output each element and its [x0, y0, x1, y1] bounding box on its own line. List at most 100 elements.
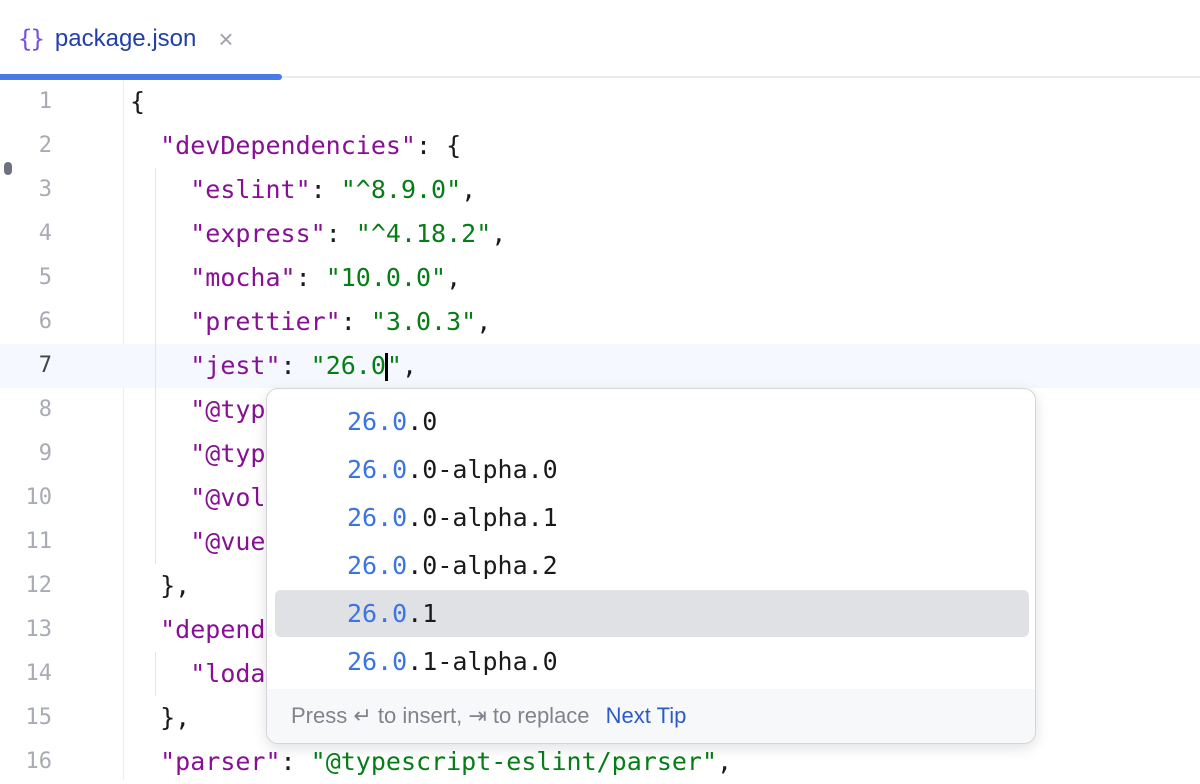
code-text: "eslint": "^8.9.0",	[130, 168, 476, 212]
completion-item[interactable]: 26.0.0-alpha.2	[275, 542, 1029, 589]
completion-item[interactable]: 26.0.0-alpha.1	[275, 494, 1029, 541]
punctuation	[130, 527, 190, 556]
code-text: "@vol	[130, 476, 265, 520]
code-line[interactable]: 3 "eslint": "^8.9.0",	[0, 168, 1200, 212]
line-number: 5	[0, 256, 52, 300]
punctuation: :	[296, 263, 326, 292]
punctuation	[130, 219, 190, 248]
json-key: "loda	[190, 659, 265, 688]
code-text: },	[130, 696, 190, 740]
completion-item[interactable]: 26.0.1	[275, 590, 1029, 637]
punctuation: },	[130, 703, 190, 732]
completion-suffix: .0	[407, 407, 437, 436]
punctuation	[130, 175, 190, 204]
close-tab-icon[interactable]: ×	[218, 24, 233, 55]
code-line[interactable]: 1{	[0, 80, 1200, 124]
punctuation: },	[130, 571, 190, 600]
completion-suffix: .1-alpha.0	[407, 647, 558, 676]
json-key: "@vue	[190, 527, 265, 556]
completion-item[interactable]: 26.0.0-alpha.0	[275, 446, 1029, 493]
json-string: "10.0.0"	[326, 263, 446, 292]
punctuation	[130, 263, 190, 292]
punctuation: :	[281, 747, 311, 776]
next-tip-link[interactable]: Next Tip	[606, 703, 687, 728]
json-key: "prettier"	[190, 307, 341, 336]
code-text: "loda	[130, 652, 265, 696]
json-key: "mocha"	[190, 263, 295, 292]
code-text: "depend	[130, 608, 265, 652]
json-string: "26.0	[311, 351, 386, 380]
line-number: 16	[0, 740, 52, 784]
line-number: 9	[0, 432, 52, 476]
json-key: "jest"	[190, 351, 280, 380]
punctuation: : {	[416, 131, 461, 160]
code-text: "@vue	[130, 520, 265, 564]
code-text: "devDependencies": {	[130, 124, 461, 168]
indent-guide	[155, 652, 156, 696]
punctuation	[130, 395, 190, 424]
punctuation: :	[326, 219, 356, 248]
match-prefix: 26.0	[347, 599, 407, 628]
line-number: 10	[0, 476, 52, 520]
match-prefix: 26.0	[347, 503, 407, 532]
completion-item[interactable]: 26.0.0	[275, 398, 1029, 445]
code-line[interactable]: 16 "parser": "@typescript-eslint/parser"…	[0, 740, 1200, 784]
line-number: 4	[0, 212, 52, 256]
punctuation	[130, 615, 160, 644]
line-number: 1	[0, 80, 52, 124]
punctuation	[130, 483, 190, 512]
indent-guide	[155, 168, 156, 564]
code-text: "express": "^4.18.2",	[130, 212, 506, 256]
json-key: "depend	[160, 615, 265, 644]
line-number: 12	[0, 564, 52, 608]
code-text: "prettier": "3.0.3",	[130, 300, 491, 344]
completion-suffix: .0-alpha.0	[407, 455, 558, 484]
json-file-icon: {}	[18, 25, 43, 53]
punctuation: :	[281, 351, 311, 380]
match-prefix: 26.0	[347, 551, 407, 580]
punctuation	[130, 307, 190, 336]
code-line[interactable]: 4 "express": "^4.18.2",	[0, 212, 1200, 256]
code-text: "jest": "26.0",	[130, 344, 417, 388]
punctuation: ,	[446, 263, 461, 292]
punctuation	[130, 439, 190, 468]
code-line[interactable]: 6 "prettier": "3.0.3",	[0, 300, 1200, 344]
json-string: "3.0.3"	[371, 307, 476, 336]
completion-suffix: .1	[407, 599, 437, 628]
match-prefix: 26.0	[347, 455, 407, 484]
punctuation: ,	[476, 307, 491, 336]
completion-footer: Press ↵ to insert, ⇥ to replace Next Tip	[267, 689, 1036, 743]
completion-suffix: .0-alpha.2	[407, 551, 558, 580]
punctuation: :	[341, 307, 371, 336]
json-key: "@vol	[190, 483, 265, 512]
punctuation: {	[130, 87, 145, 116]
punctuation: ,	[717, 747, 732, 776]
line-number: 13	[0, 608, 52, 652]
line-number: 7	[0, 344, 52, 388]
punctuation	[130, 351, 190, 380]
code-text: "@typ	[130, 388, 265, 432]
json-key: "devDependencies"	[160, 131, 416, 160]
punctuation: ,	[402, 351, 417, 380]
completion-hint: Press ↵ to insert, ⇥ to replace	[291, 703, 590, 728]
punctuation	[130, 747, 160, 776]
json-key: "@typ	[190, 439, 265, 468]
code-line[interactable]: 2 "devDependencies": {	[0, 124, 1200, 168]
completion-suffix: .0-alpha.1	[407, 503, 558, 532]
json-string: "^8.9.0"	[341, 175, 461, 204]
line-number: 15	[0, 696, 52, 740]
line-number: 6	[0, 300, 52, 344]
json-string: "@typescript-eslint/parser"	[311, 747, 717, 776]
tab-package-json[interactable]: {} package.json ×	[0, 0, 282, 78]
json-string: "	[387, 351, 402, 380]
match-prefix: 26.0	[347, 647, 407, 676]
code-line[interactable]: 7 "jest": "26.0",	[0, 344, 1200, 388]
tab-label: package.json	[55, 25, 196, 53]
code-text: "mocha": "10.0.0",	[130, 256, 461, 300]
json-key: "express"	[190, 219, 325, 248]
completion-item[interactable]: 26.0.1-alpha.0	[275, 638, 1029, 685]
code-text: {	[130, 80, 145, 124]
code-line[interactable]: 5 "mocha": "10.0.0",	[0, 256, 1200, 300]
line-number: 14	[0, 652, 52, 696]
json-string: "^4.18.2"	[356, 219, 491, 248]
